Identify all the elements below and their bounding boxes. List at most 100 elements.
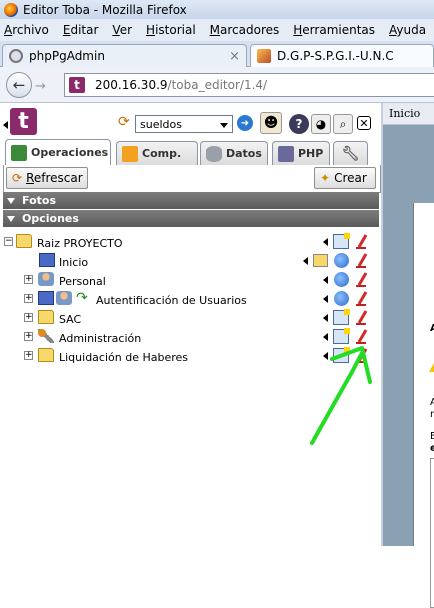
navigation-bar: ← → t 200.16.30.9/toba_editor/1.4/: [0, 67, 434, 103]
refresh-project-icon[interactable]: ⟳: [118, 114, 130, 130]
row-actions: [323, 291, 373, 307]
expand-icon[interactable]: +: [24, 351, 33, 360]
browser-tab-label: phpPgAdmin: [29, 49, 105, 63]
project-select-value: sueldos: [140, 117, 182, 131]
chevron-down-icon: [220, 123, 228, 128]
add-item-icon[interactable]: [333, 233, 350, 249]
menu-historial[interactable]: Historial: [146, 23, 196, 37]
back-button[interactable]: ←: [6, 72, 32, 98]
tab-operaciones[interactable]: Operaciones: [5, 139, 111, 165]
magnifier-icon: ⌕: [339, 116, 347, 131]
forward-button[interactable]: →: [35, 77, 55, 95]
right-pane: Inicio A A n E e: [383, 103, 434, 608]
green-arrow-icon: ↷: [76, 290, 88, 306]
components-icon: [122, 145, 138, 162]
edit-pencil-icon[interactable]: [355, 253, 369, 269]
row-actions: [323, 328, 373, 345]
collapse-icon[interactable]: −: [4, 237, 13, 246]
php-icon: [278, 145, 294, 162]
expand-icon[interactable]: +: [24, 332, 33, 341]
close-icon[interactable]: ×: [229, 49, 240, 64]
section-header-fotos[interactable]: Fotos: [3, 192, 379, 209]
go-icon[interactable]: [334, 272, 349, 287]
edit-pencil-icon[interactable]: [355, 291, 369, 307]
expand-icon[interactable]: +: [24, 294, 33, 303]
tab-label: PHP: [298, 147, 324, 160]
right-pane-page: A A n E e: [413, 203, 434, 608]
menu-marcadores[interactable]: Marcadores: [210, 23, 280, 37]
menu-editar[interactable]: Editar: [63, 23, 99, 37]
tab-tools[interactable]: 🔧︎: [333, 141, 368, 165]
edit-pencil-icon[interactable]: [355, 348, 369, 364]
tab-label: Comp.: [142, 147, 182, 160]
menubar: Archivo Editar Ver Historial Marcadores …: [0, 19, 434, 41]
project-select[interactable]: sueldos: [135, 115, 233, 133]
row-actions: [323, 347, 373, 364]
content-area: t ⟳ sueldos ➜ ☻ ? ◕ ⌕ ✕ Operaciones Comp…: [0, 103, 434, 608]
menu-herramientas[interactable]: Herramientas: [293, 23, 375, 37]
folder-icon: [16, 234, 32, 248]
refresh-button[interactable]: ⟳ Refrescar: [6, 167, 88, 189]
tree-row-sac[interactable]: + SAC: [3, 309, 379, 328]
edit-pencil-icon[interactable]: [355, 329, 369, 345]
add-item-icon[interactable]: [333, 309, 350, 325]
window-title: Editor Toba - Mozilla Firefox: [23, 2, 187, 17]
edit-pencil-icon[interactable]: [355, 234, 369, 250]
menu-ver[interactable]: Ver: [112, 23, 132, 37]
right-pane-letter: A: [430, 323, 434, 334]
browser-tab-dgp[interactable]: D.G.P-S.P.G.I.-U.N.C: [250, 44, 434, 67]
close-button[interactable]: ✕: [357, 116, 371, 130]
go-icon[interactable]: [334, 253, 349, 268]
tree-row-autentificacion[interactable]: + ↷ Autentificación de Usuarios: [3, 290, 379, 309]
ball-button[interactable]: ◕: [311, 114, 331, 134]
create-button[interactable]: ✦ Crear: [314, 167, 376, 189]
magic-wand-icon: ✦: [320, 171, 331, 185]
firefox-icon: [4, 2, 18, 17]
person-icon: [38, 272, 54, 286]
help-icon: ?: [295, 117, 303, 131]
section-tabs: Operaciones Comp. Datos PHP 🔧︎: [0, 139, 381, 165]
row-actions: [323, 309, 373, 326]
url-bar[interactable]: t 200.16.30.9/toba_editor/1.4/: [64, 73, 434, 97]
user-button[interactable]: ☻: [260, 112, 282, 134]
tree-row-inicio[interactable]: Inicio: [3, 252, 379, 271]
url-path: /toba_editor/1.4/: [167, 78, 268, 92]
tab-comp[interactable]: Comp.: [116, 141, 198, 165]
left-arrow-icon[interactable]: [323, 276, 328, 284]
menu-archivo[interactable]: Archivo: [4, 23, 49, 37]
browser-tabbar: phpPgAdmin × D.G.P-S.P.G.I.-U.N.C: [0, 41, 434, 67]
open-folder-icon[interactable]: [313, 254, 328, 267]
left-arrow-icon[interactable]: [323, 295, 328, 303]
go-button[interactable]: ➜: [237, 115, 253, 131]
url-host: 200.16.30.9: [95, 78, 168, 92]
add-item-icon[interactable]: [333, 328, 350, 344]
user-icon: ☻: [263, 115, 279, 131]
left-arrow-icon[interactable]: [323, 352, 328, 360]
left-arrow-icon[interactable]: [323, 238, 328, 246]
section-header-opciones[interactable]: Opciones: [3, 210, 379, 227]
right-pane-letter: e: [430, 443, 434, 454]
go-icon[interactable]: [334, 291, 349, 306]
tree-node-label: Personal: [59, 275, 106, 288]
expand-icon[interactable]: +: [24, 275, 33, 284]
tree-row-liquidacion[interactable]: + Liquidación de Haberes: [3, 347, 379, 365]
tree-row-administracion[interactable]: + Administración: [3, 328, 379, 347]
collapse-arrow-icon[interactable]: [3, 121, 8, 129]
tab-datos[interactable]: Datos: [200, 141, 268, 165]
tree-row-raiz[interactable]: − Raiz PROYECTO: [3, 233, 379, 252]
left-arrow-icon[interactable]: [303, 257, 308, 265]
tree-row-personal[interactable]: + Personal: [3, 271, 379, 290]
left-arrow-icon[interactable]: [323, 333, 328, 341]
section-title: Fotos: [22, 194, 56, 207]
search-docs-button[interactable]: ⌕: [333, 114, 353, 134]
edit-pencil-icon[interactable]: [355, 272, 369, 288]
tab-php[interactable]: PHP: [272, 141, 330, 165]
warning-icon: [429, 363, 434, 372]
add-item-icon[interactable]: [333, 347, 350, 363]
menu-ayuda[interactable]: Ayuda: [389, 23, 426, 37]
help-button[interactable]: ?: [289, 114, 309, 134]
left-arrow-icon[interactable]: [323, 314, 328, 322]
browser-tab-phppgadmin[interactable]: phpPgAdmin ×: [2, 44, 247, 67]
expand-icon[interactable]: +: [24, 313, 33, 322]
edit-pencil-icon[interactable]: [355, 310, 369, 326]
